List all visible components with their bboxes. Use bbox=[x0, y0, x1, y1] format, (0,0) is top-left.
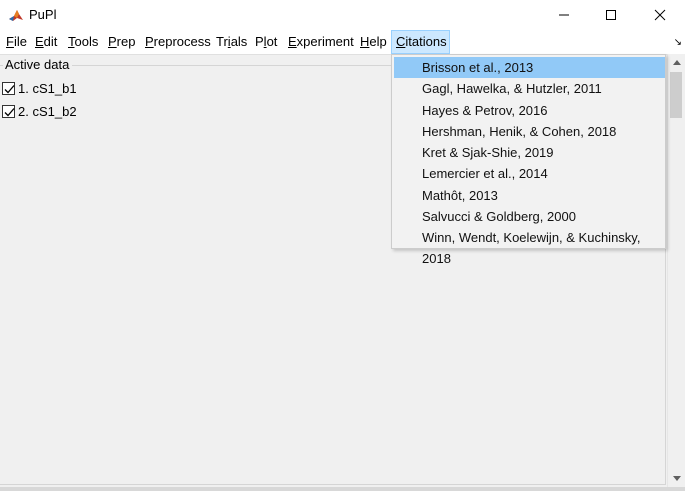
citation-item-hayes[interactable]: Hayes & Petrov, 2016 bbox=[394, 100, 665, 121]
citation-item-brisson[interactable]: Brisson et al., 2013 bbox=[394, 57, 665, 78]
checkbox[interactable] bbox=[2, 104, 15, 118]
citation-item-kret[interactable]: Kret & Sjak-Shie, 2019 bbox=[394, 142, 665, 163]
checkbox[interactable] bbox=[2, 81, 15, 95]
check-icon bbox=[4, 107, 15, 116]
minimize-icon bbox=[559, 14, 569, 16]
citation-item-lemercier[interactable]: Lemercier et al., 2014 bbox=[394, 163, 665, 184]
citation-item-winn[interactable]: Winn, Wendt, Koelewijn, & Kuchinsky, 201… bbox=[394, 227, 665, 266]
menu-prep[interactable]: Prep bbox=[104, 30, 139, 54]
maximize-icon bbox=[606, 10, 616, 20]
active-data-item[interactable]: 1. cS1_b1 bbox=[2, 79, 77, 97]
citations-dropdown-menu: Brisson et al., 2013 Gagl, Hawelka, & Hu… bbox=[391, 54, 666, 266]
menu-help[interactable]: Help bbox=[356, 30, 391, 54]
close-icon bbox=[654, 9, 666, 21]
vertical-scrollbar[interactable] bbox=[667, 54, 685, 487]
arrow-down-icon bbox=[672, 476, 681, 481]
active-data-item[interactable]: 2. cS1_b2 bbox=[2, 102, 77, 120]
scroll-thumb[interactable] bbox=[670, 72, 682, 118]
minimize-button[interactable] bbox=[541, 0, 587, 30]
panel-title: Active data bbox=[3, 57, 73, 72]
citation-item-gagl[interactable]: Gagl, Hawelka, & Hutzler, 2011 bbox=[394, 78, 665, 99]
menu-experiment[interactable]: Experiment bbox=[284, 30, 358, 54]
title-bar: PuPl bbox=[0, 0, 685, 30]
check-icon bbox=[4, 84, 15, 93]
citation-item-mathot[interactable]: Mathôt, 2013 bbox=[394, 185, 665, 206]
menu-trials[interactable]: Trials bbox=[212, 30, 251, 54]
undock-arrow-icon[interactable]: ↘ bbox=[674, 37, 682, 48]
menu-preprocess[interactable]: Preprocess bbox=[141, 30, 215, 54]
item-label: 1. cS1_b1 bbox=[18, 80, 77, 96]
scroll-down-button[interactable] bbox=[668, 470, 685, 487]
arrow-up-icon bbox=[672, 60, 681, 65]
citation-item-hershman[interactable]: Hershman, Henik, & Cohen, 2018 bbox=[394, 121, 665, 142]
citation-item-salvucci[interactable]: Salvucci & Goldberg, 2000 bbox=[394, 206, 665, 227]
menu-plot[interactable]: Plot bbox=[251, 30, 281, 54]
scroll-up-button[interactable] bbox=[668, 54, 685, 71]
menu-citations[interactable]: Citations bbox=[391, 30, 450, 54]
close-button[interactable] bbox=[637, 0, 683, 30]
menu-bar: File Edit Tools Prep Preprocess Trials P… bbox=[0, 30, 685, 55]
matlab-app-icon bbox=[8, 7, 24, 23]
bottom-edge bbox=[0, 487, 685, 491]
menu-edit[interactable]: Edit bbox=[31, 30, 61, 54]
window-title: PuPl bbox=[29, 7, 57, 22]
item-label: 2. cS1_b2 bbox=[18, 103, 77, 119]
menu-tools[interactable]: Tools bbox=[64, 30, 102, 54]
maximize-button[interactable] bbox=[588, 0, 634, 30]
menu-file[interactable]: File bbox=[2, 30, 31, 54]
